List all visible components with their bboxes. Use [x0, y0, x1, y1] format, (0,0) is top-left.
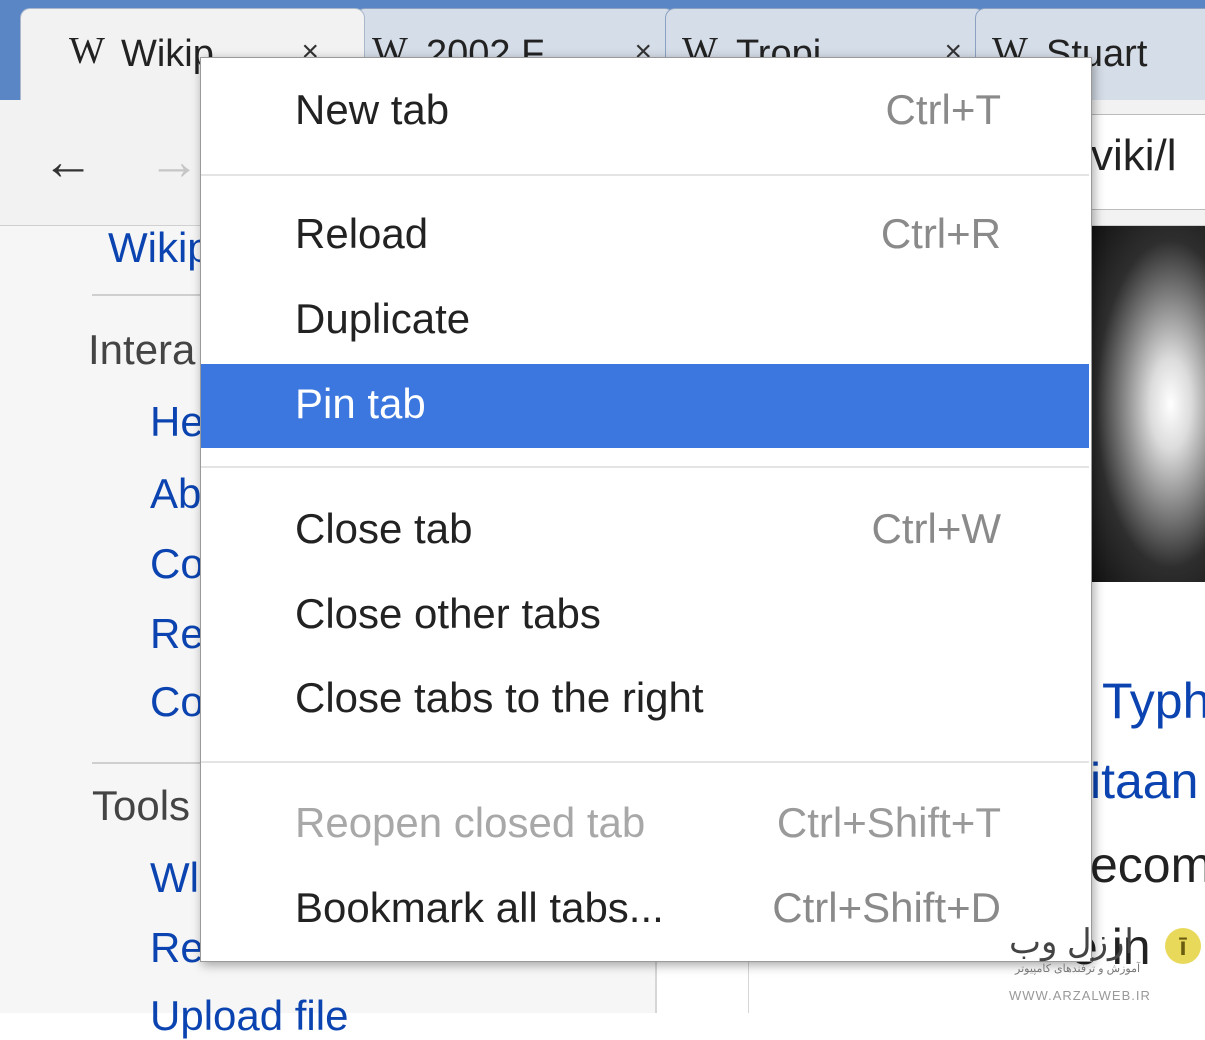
sidebar-link-wikipedia[interactable]: Wikip: [108, 224, 211, 272]
sidebar-link-upload-file[interactable]: Upload file: [150, 992, 348, 1040]
article-link-typhoon[interactable]: Typh: [1102, 672, 1205, 730]
watermark-logo-icon: ī: [1165, 928, 1201, 964]
sidebar-link[interactable]: Co: [150, 678, 204, 726]
sidebar-heading-tools: Tools: [92, 782, 191, 829]
sidebar-link[interactable]: Re: [150, 924, 204, 972]
menu-item-close-tabs-to-the-right[interactable]: Close tabs to the right: [201, 658, 1089, 742]
tab-context-menu: New tab Ctrl+T Reload Ctrl+R Duplicate P…: [200, 57, 1092, 962]
sidebar-heading-interaction: Intera: [88, 326, 196, 373]
menu-item-label: Duplicate: [295, 295, 471, 342]
menu-item-reload[interactable]: Reload Ctrl+R: [201, 194, 1089, 278]
menu-item-close-tab[interactable]: Close tab Ctrl+W: [201, 489, 1089, 573]
menu-item-label: Close other tabs: [295, 590, 601, 637]
menu-item-label: Close tabs to the right: [295, 674, 704, 721]
site-watermark: ارزل وب آموزش و ترفندهای کامپیوتر WWW.AR…: [1005, 918, 1205, 1010]
article-link[interactable]: itaan: [1090, 752, 1198, 810]
sidebar-link[interactable]: Wl: [150, 854, 199, 902]
address-bar-text: viki/l: [1091, 131, 1177, 180]
menu-item-label: Close tab: [295, 505, 473, 552]
menu-item-duplicate[interactable]: Duplicate: [201, 279, 1089, 363]
menu-item-label: Reload: [295, 210, 429, 257]
sidebar-link[interactable]: Co: [150, 540, 204, 588]
back-arrow-icon[interactable]: ←: [42, 132, 94, 192]
wikipedia-favicon-icon: W: [69, 30, 105, 72]
menu-item-label: New tab: [295, 86, 450, 133]
menu-item-label: Bookmark all tabs...: [295, 884, 664, 931]
watermark-url: WWW.ARZALWEB.IR: [1009, 988, 1151, 1003]
sidebar-link[interactable]: Ab: [150, 470, 201, 518]
menu-item-label: Pin tab: [295, 380, 426, 427]
menu-item-shortcut: Ctrl+T: [885, 86, 1002, 133]
menu-item-pin-tab[interactable]: Pin tab: [201, 364, 1089, 448]
watermark-subtitle: آموزش و ترفندهای کامپیوتر: [1015, 963, 1141, 975]
menu-item-shortcut: Ctrl+R: [880, 210, 1001, 257]
menu-item-new-tab[interactable]: New tab Ctrl+T: [201, 70, 1089, 154]
menu-item-close-other-tabs[interactable]: Close other tabs: [201, 574, 1089, 658]
menu-separator: [201, 466, 1089, 468]
menu-item-reopen-closed-tab: Reopen closed tab Ctrl+Shift+T: [201, 783, 1089, 867]
menu-separator: [201, 174, 1089, 176]
menu-item-shortcut: Ctrl+Shift+T: [776, 799, 1001, 846]
menu-item-label: Reopen closed tab: [295, 799, 646, 846]
menu-item-bookmark-all-tabs[interactable]: Bookmark all tabs... Ctrl+Shift+D: [201, 868, 1089, 952]
forward-arrow-icon[interactable]: →: [148, 132, 200, 192]
sidebar-link[interactable]: He: [150, 398, 204, 446]
menu-separator: [201, 761, 1089, 763]
menu-item-shortcut: Ctrl+W: [871, 505, 1002, 552]
typhoon-satellite-image: [1090, 226, 1205, 582]
sidebar-link[interactable]: Re: [150, 610, 204, 658]
menu-item-shortcut: Ctrl+Shift+D: [772, 884, 1001, 931]
address-bar[interactable]: viki/l: [1088, 114, 1205, 210]
watermark-brand: ارزل وب: [1009, 923, 1134, 961]
article-text: ecom: [1090, 837, 1205, 893]
